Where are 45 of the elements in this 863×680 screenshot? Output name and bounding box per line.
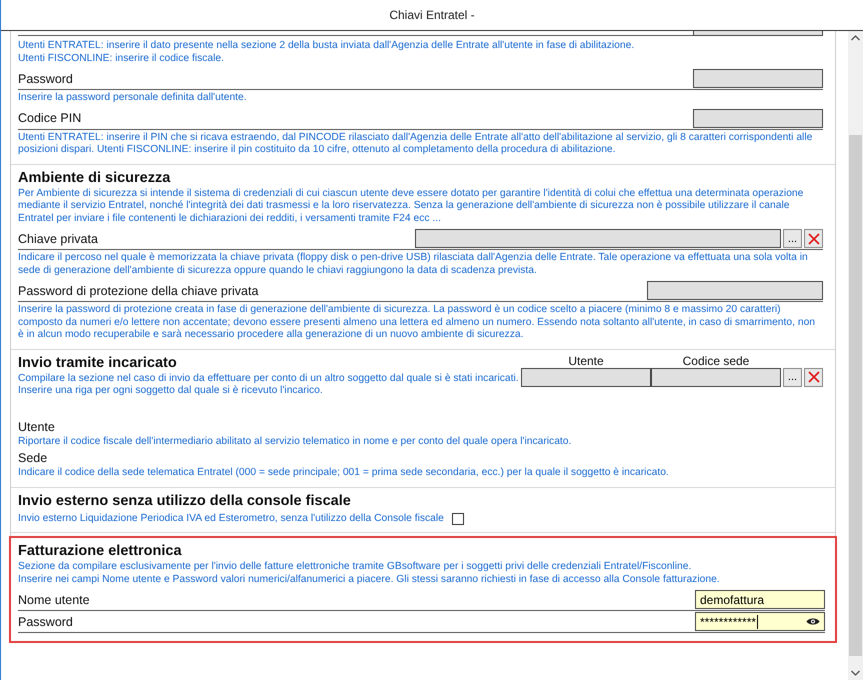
help-text: Inserire la password di protezione creata in fase di generazione dell'ambiente di sicurezza. La password è un codice scelto a piacere (minimo 8 e massimo 20 caratteri) composto da numeri e/o lettere non accentate; devono essere presenti almeno una lettera ed almeno un numero. Essendo nota soltanto all'utente, in caso di smarrimento, non è in alcun modo recuperabile e sarà necessario procedere alla generazione di un nuovo ambiente di sicurezza. (18, 304, 816, 342)
scrollbar[interactable] (848, 31, 863, 680)
help-text: Utenti ENTRATEL: inserire il dato presente nella sezione 2 della busta inviata dall'Agenzia delle Entrate all'utente in fase di abilitazione. Utenti FISCONLINE: inserire il codice fiscale. (18, 40, 636, 65)
column-header: Utente (567, 354, 605, 368)
field-label: Nome utente (18, 592, 91, 606)
help-text: Inserire la password personale definita dall'utente. (18, 92, 248, 104)
eye-icon[interactable] (806, 617, 820, 626)
input-field[interactable] (415, 229, 781, 248)
help-text: Indicare il codice della sede telematica Entratel (000 = sede principale; 001 = prima sede secondaria, ecc.) per la quale il soggetto è incaricato. (18, 467, 670, 480)
field-label: Password (18, 72, 74, 86)
field-label: Sede (18, 451, 48, 465)
scroll-up-icon[interactable] (851, 35, 860, 41)
input-field[interactable] (693, 108, 823, 128)
help-text: Riportare il codice fiscale dell'intermediario abilitato al servizio telematico in nome e per conto del quale opera l'incaricato. (18, 436, 572, 448)
delete-button[interactable] (804, 368, 823, 386)
input-field[interactable] (693, 69, 823, 88)
section-title: Invio esterno senza utilizzo della console fiscale (18, 492, 352, 508)
window-title: Chiavi Entratel - (389, 8, 475, 22)
field-label: Codice PIN (18, 111, 82, 125)
section-title: Fatturazione elettronica (18, 543, 183, 559)
browse-button[interactable]: ... (783, 229, 802, 248)
section-description: Compilare la sezione nel caso di invio da effettuare per conto di un altro soggetto dal quale si è stati incaricati. Inserire una riga per ogni soggetto dal quale si è ricevuto l'incarico. (18, 372, 520, 398)
input-field[interactable] (647, 281, 823, 300)
input-field[interactable]: ************ (695, 612, 825, 631)
input-field[interactable]: demofattura (695, 590, 825, 609)
close-icon (808, 371, 820, 383)
section-description: Per Ambiente di sicurezza si intende il sistema di credenziali di cui ciascun utente deve essere dotato per garantire l'identità di colui che effettua una determinata operazione mediante il servizio Entratel, nonché l'integrità dei dati trasmessi e la loro riservatezza. Senza la generazione dell'ambiente di sicurezza non è possibile utilizzare il canale Entratel per inviare i file contenenti le dichiarazioni dei redditi, i versamenti tramite F24 ecc ... (18, 188, 804, 225)
delete-button[interactable] (804, 229, 823, 248)
section-description: Sezione da compilare esclusivamente per l'invio delle fatture elettroniche tramite GBsoftware per i soggetti privi delle credenziali Entratel/Fisconline. Inserire nei campi Nome utente e Password valori numerici/alfanumerici a piacere. Gli stessi saranno richiesti in fase di accesso alla Console fatturazione. (18, 561, 721, 586)
help-text: Utenti ENTRATEL: inserire il PIN che si ricava estraendo, dal PINCODE rilasciato dall'Agenzia delle Entrate all'atto dell'abilitazione al servizio, gli 8 caratteri corrispondenti alle posizioni dispari. Utenti FISCONLINE: inserire il pin costituito da 10 cifre, ottenuto al completamento della procedura di abilitazione. (18, 132, 814, 156)
field-label: Utente (18, 420, 56, 434)
column-header: Codice sede (682, 354, 750, 368)
grid-input-field[interactable] (521, 368, 651, 386)
section-title: Ambiente di sicurezza (18, 170, 172, 186)
browse-button[interactable]: ... (783, 368, 802, 386)
checkbox[interactable] (452, 513, 464, 526)
field-label: Password di protezione della chiave privata (18, 284, 260, 298)
close-icon (808, 232, 820, 244)
help-text: Indicare il percoso nel quale è memorizzata la chiave privata (floppy disk o pen-drive USB) rilasciata dall'Agenzia delle Entrate. Tale operazione va effettuata una sola volta in sede di generazione dell'ambiente di sicurezza oppure quando le chiavi raggiungono la data di scadenza prevista. (18, 252, 809, 277)
section-title: Invio tramite incaricato (18, 354, 178, 370)
field-label: Password (18, 614, 74, 628)
option-label: Invio esterno Liquidazione Periodica IVA ed Esterometro, senza l'utilizzo della Console fiscale (18, 512, 444, 525)
grid-input-field[interactable] (651, 368, 781, 386)
scroll-down-icon[interactable] (851, 670, 860, 676)
field-label: Chiave privata (18, 232, 99, 246)
